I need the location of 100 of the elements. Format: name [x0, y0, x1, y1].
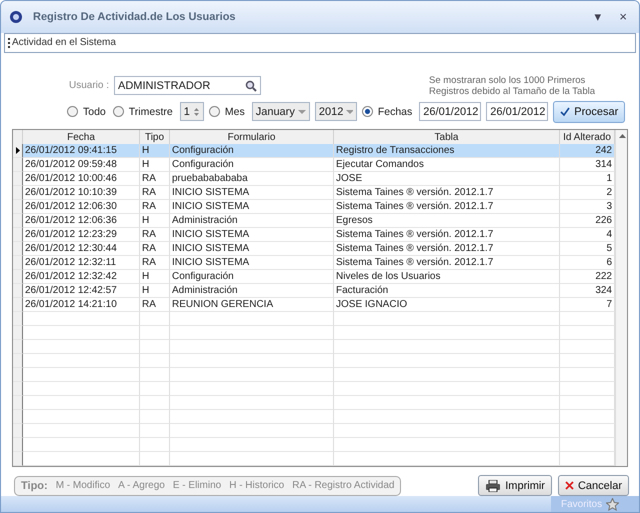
table-cell: Registro de Transacciones	[334, 144, 560, 158]
empty-table-cell	[140, 326, 170, 340]
legend-title: Tipo:	[21, 480, 48, 492]
star-icon	[606, 498, 620, 511]
print-button[interactable]: Imprimir	[478, 475, 552, 496]
menu-button[interactable]: ▾	[590, 9, 606, 24]
empty-table-cell	[140, 396, 170, 410]
table-cell: Sistema Taines ® versión. 2012.1.7	[334, 242, 560, 256]
table-cell: 226	[560, 214, 615, 228]
table-cell: REUNION GERENCIA	[170, 298, 334, 312]
table-cell: 26/01/2012 12:23:29	[23, 228, 140, 242]
table-cell: Administración	[170, 284, 334, 298]
table-cell: 26/01/2012 09:59:48	[23, 158, 140, 172]
empty-table-cell	[140, 438, 170, 452]
table-cell: 314	[560, 158, 615, 172]
process-button[interactable]: Procesar	[553, 100, 626, 123]
table-cell: INICIO SISTEMA	[170, 200, 334, 214]
year-dropdown[interactable]: 2012	[314, 102, 357, 122]
date-field[interactable]: 26/01/2012	[419, 102, 482, 122]
legend-item: H - Historico	[229, 480, 284, 492]
empty-table-cell	[140, 354, 170, 368]
table-cell: INICIO SISTEMA	[170, 186, 334, 200]
table-cell: Ejecutar Comandos	[334, 158, 560, 172]
radio-button[interactable]	[362, 106, 373, 118]
table-cell: Facturación	[334, 284, 560, 298]
row-indicator[interactable]	[13, 144, 23, 158]
notice-text: Se mostraran solo los 1000 Primeros Registros debido al Tamaño de la Tabla	[429, 74, 596, 97]
table-cell: H	[140, 270, 170, 284]
empty-table-cell	[140, 312, 170, 326]
table-cell: H	[140, 144, 170, 158]
table-cell: 6	[560, 256, 615, 270]
radio-button[interactable]	[208, 106, 220, 118]
printer-icon	[485, 480, 502, 492]
radio-label[interactable]: Mes	[224, 106, 245, 118]
window-title: Registro De Actividad.de Los Usuarios	[33, 10, 237, 23]
table-cell: 26/01/2012 12:32:42	[23, 270, 140, 284]
radio-label[interactable]: Todo	[83, 106, 106, 118]
table-cell: pruebababababa	[170, 172, 334, 186]
table-cell: 7	[560, 298, 615, 312]
table-cell: 26/01/2012 12:30:44	[23, 242, 140, 256]
legend-item: M - Modifico	[56, 480, 110, 492]
empty-table-cell	[140, 368, 170, 382]
toolbar-label: Actividad en el Sistema	[12, 37, 116, 48]
table-cell: Sistema Taines ® versión. 2012.1.7	[334, 186, 560, 200]
close-icon	[564, 481, 574, 490]
table-cell: Sistema Taines ® versión. 2012.1.7	[334, 256, 560, 270]
table-cell: Sistema Taines ® versión. 2012.1.7	[334, 200, 560, 214]
spinner-arrows-icon	[192, 106, 200, 118]
table-cell: Configuración	[170, 270, 334, 284]
table-cell: INICIO SISTEMA	[170, 242, 334, 256]
empty-table-cell	[140, 340, 170, 354]
table-cell: Configuración	[170, 144, 334, 158]
table-cell: 26/01/2012 10:00:46	[23, 172, 140, 186]
table-cell: 26/01/2012 12:42:57	[23, 284, 140, 298]
table-cell: INICIO SISTEMA	[170, 228, 334, 242]
table-cell: H	[140, 214, 170, 228]
table-cell: 324	[560, 284, 615, 298]
user-label: Usuario :	[69, 80, 110, 92]
table-cell: RA	[140, 242, 170, 256]
quarter-spinner[interactable]: 1	[180, 102, 204, 122]
empty-table-cell	[140, 452, 170, 466]
table-cell: 242	[560, 144, 615, 158]
empty-table-cell	[140, 424, 170, 438]
radio-button[interactable]	[112, 106, 124, 118]
table-cell: 26/01/2012 14:21:10	[23, 298, 140, 312]
current-row-icon	[16, 146, 20, 154]
table-cell: 26/01/2012 10:10:39	[23, 186, 140, 200]
table-cell: 1	[560, 172, 615, 186]
empty-table-cell	[140, 410, 170, 424]
table-cell: RA	[140, 172, 170, 186]
radio-label[interactable]: Fechas	[378, 106, 412, 118]
table-cell: 222	[560, 270, 615, 284]
radio-label[interactable]: Trimestre	[128, 106, 173, 118]
table-cell: RA	[140, 186, 170, 200]
table-cell: 26/01/2012 12:32:11	[23, 256, 140, 270]
cancel-button[interactable]: Cancelar	[558, 475, 629, 496]
search-icon[interactable]	[245, 80, 258, 92]
radio-button[interactable]	[67, 106, 78, 118]
close-button[interactable]: ×	[615, 9, 631, 24]
table-cell: 2	[560, 186, 615, 200]
table-cell: H	[140, 284, 170, 298]
table-cell: 3	[560, 200, 615, 214]
table-cell: RA	[140, 200, 170, 214]
checkmark-icon	[560, 106, 570, 117]
table-cell: H	[140, 158, 170, 172]
table-cell: Administración	[170, 214, 334, 228]
table-cell: 5	[560, 242, 615, 256]
user-field[interactable]: ADMINISTRADOR	[114, 76, 262, 96]
table-cell: 26/01/2012 12:06:36	[23, 214, 140, 228]
table-cell: INICIO SISTEMA	[170, 256, 334, 270]
table-cell: 4	[560, 228, 615, 242]
table-cell: JOSE	[334, 172, 560, 186]
scroll-up-icon[interactable]	[619, 134, 626, 139]
table-cell: RA	[140, 298, 170, 312]
dropdown-arrow-icon	[346, 108, 353, 115]
table-cell: 26/01/2012 12:06:30	[23, 200, 140, 214]
date-field[interactable]: 26/01/2012	[486, 102, 548, 122]
table-cell: Configuración	[170, 158, 334, 172]
month-dropdown[interactable]: January	[252, 102, 310, 122]
table-cell: Niveles de los Usuarios	[334, 270, 560, 284]
